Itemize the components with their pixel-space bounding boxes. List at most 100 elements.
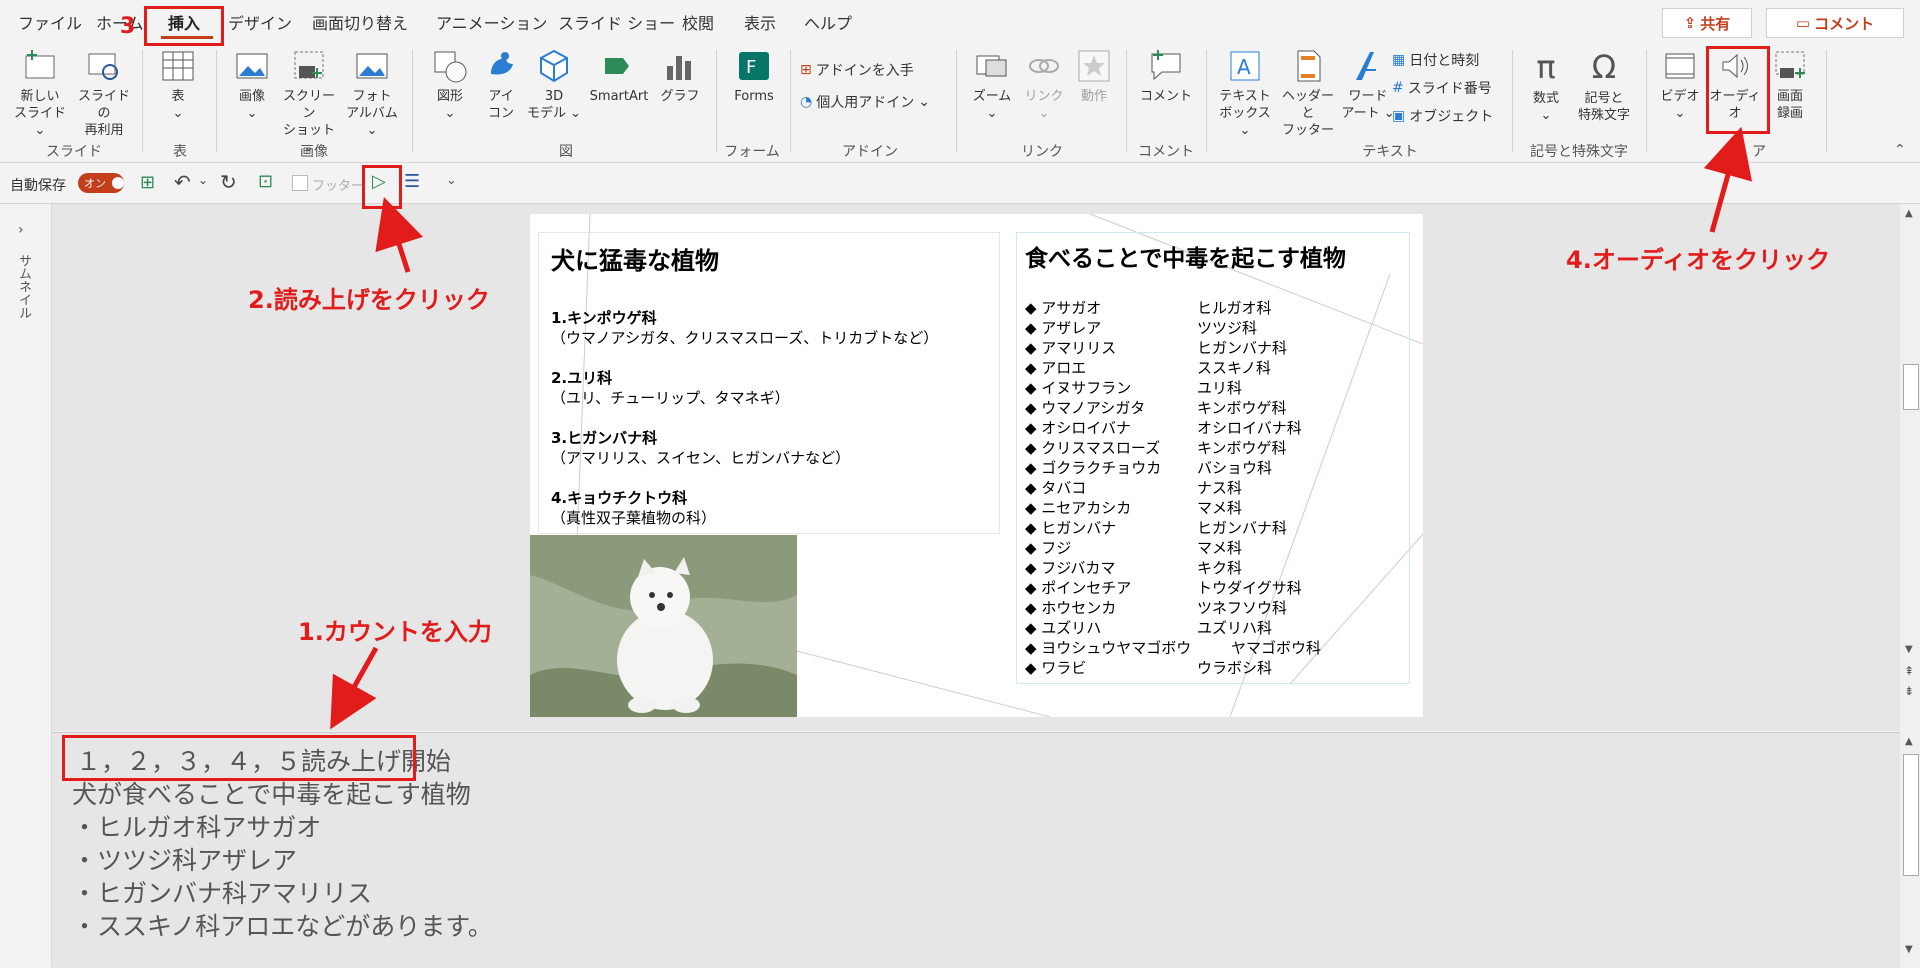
zoom-button[interactable]: ズーム ⌄	[966, 48, 1018, 122]
plant-family: キク科	[1197, 559, 1243, 577]
shapes-button[interactable]: 図形 ⌄	[424, 48, 476, 122]
plant-family: ヒルガオ科	[1197, 299, 1272, 317]
dog-image-graphic	[530, 535, 797, 717]
slide-number-button[interactable]: # スライド番号	[1392, 78, 1492, 98]
forms-button[interactable]: F Forms	[726, 48, 782, 105]
comment-button[interactable]: ▭ コメント	[1766, 8, 1904, 38]
group-label-addins: アドイン	[842, 144, 898, 160]
expand-thumbnails-icon[interactable]: ›	[18, 222, 24, 238]
scroll-down-icon[interactable]: ▼	[1905, 944, 1913, 955]
header-footer-button[interactable]: ヘッダーと フッター	[1276, 48, 1340, 139]
tab-review[interactable]: 校閲	[682, 10, 714, 34]
tab-file[interactable]: ファイル	[18, 10, 82, 34]
right-textbox[interactable]: 食べることで中毒を起こす植物 ◆ アサガオ ヒルガオ科 ◆ アザレア ツツジ科 ◆ アマ…	[1016, 232, 1410, 684]
share-button[interactable]: ⇪ 共有	[1662, 8, 1752, 38]
group-label-slides: スライド	[46, 144, 102, 160]
scroll-up-icon[interactable]: ▲	[1905, 208, 1913, 219]
smartart-button[interactable]: SmartArt	[584, 48, 654, 105]
dog-photo[interactable]	[530, 535, 797, 717]
tab-help[interactable]: ヘルプ	[804, 10, 852, 34]
cube-icon	[540, 49, 568, 83]
customize-qat-icon[interactable]: ⌄	[446, 173, 457, 188]
equation-button[interactable]: π 数式 ⌄	[1522, 48, 1570, 124]
left-item-head: 1.キンポウゲ科	[551, 309, 657, 327]
scroll-up-icon[interactable]: ▲	[1905, 736, 1913, 747]
tab-transitions[interactable]: 画面切り替え	[312, 10, 408, 34]
my-addins-button[interactable]: ◔ 個人用アドイン ⌄	[800, 92, 930, 112]
collapse-ribbon-icon[interactable]: ⌃	[1894, 142, 1906, 158]
quick-access-toolbar: 自動保存 オン ⊞ ↶ ⌄ ↻ ⊡ フッター ▷ ☰ ⌄	[0, 163, 1920, 204]
plant-family: ユズリハ科	[1197, 619, 1273, 637]
previous-slide-icon[interactable]: ⇞	[1904, 664, 1914, 678]
tab-design[interactable]: デザイン	[228, 10, 292, 34]
plant-name: ◆ フジバカマ	[1025, 559, 1116, 577]
screenshot-button[interactable]: スクリーン ショット ⌄	[278, 48, 340, 156]
left-item-head: 2.ユリ科	[551, 369, 613, 387]
insert-comment-button[interactable]: コメント	[1136, 48, 1196, 105]
chart-button[interactable]: グラフ	[656, 48, 704, 105]
icons-button[interactable]: アイ コン	[478, 48, 524, 122]
textbox-button[interactable]: A テキスト ボックス ⌄	[1216, 48, 1274, 139]
bar-chart-icon	[667, 56, 691, 80]
screen-record-icon	[1775, 51, 1805, 78]
left-textbox[interactable]: 犬に猛毒な植物 1.キンポウゲ科 （ウマノアシガタ、クリスマスローズ、トリカブト…	[538, 232, 1000, 534]
action-button[interactable]: 動作	[1070, 48, 1118, 105]
plant-name: ◆ アロエ	[1025, 359, 1087, 377]
plant-name: ◆ ウマノアシガタ	[1025, 399, 1146, 417]
share-icon: ⇪	[1683, 14, 1697, 32]
get-addins-button[interactable]: ⊞ アドインを入手	[800, 60, 914, 80]
undo-icon[interactable]: ↶	[174, 170, 191, 194]
group-separator	[412, 50, 413, 152]
plant-name: ◆ ニセアカシカ	[1025, 499, 1132, 517]
screen-record-button[interactable]: 画面 録画	[1766, 48, 1814, 122]
svg-text:A: A	[1237, 55, 1251, 79]
thumbnail-pane: › サムネイル	[0, 204, 52, 967]
new-slide-button[interactable]: 新しい スライド ⌄	[10, 48, 70, 139]
ribbon-tab-bar: ファイル ホーム 挿入 デザイン 画面切り替え アニメーション スライド ショー…	[0, 0, 1920, 42]
date-time-button[interactable]: ▦ 日付と時刻	[1392, 50, 1479, 70]
presentation-icon[interactable]: ⊡	[258, 171, 273, 192]
video-button[interactable]: ビデオ ⌄	[1656, 48, 1704, 122]
plant-name: ◆ ゴクラクチョウカ	[1025, 459, 1162, 477]
link-button[interactable]: リンク ⌄	[1020, 48, 1068, 122]
notes-line[interactable]: ・ツツジ科アザレア	[72, 841, 297, 877]
redo-icon[interactable]: ↻	[220, 170, 237, 194]
autosave-toggle[interactable]: オン	[78, 173, 124, 193]
annotation-box-count	[62, 735, 416, 781]
slide[interactable]: 犬に猛毒な植物 1.キンポウゲ科 （ウマノアシガタ、クリスマスローズ、トリカブト…	[530, 214, 1423, 717]
photo-album-button[interactable]: フォト アルバム ⌄	[342, 48, 402, 139]
annotation-box-insert-tab	[144, 6, 224, 46]
smartart-icon	[605, 58, 629, 74]
scroll-thumb[interactable]	[1903, 364, 1919, 410]
link-icon	[1029, 59, 1059, 73]
undo-dropdown-icon[interactable]: ⌄	[198, 173, 208, 187]
footer-checkbox[interactable]	[292, 175, 308, 191]
list-icon[interactable]: ☰	[404, 171, 420, 192]
annotation-step1: 1.カウントを入力	[298, 618, 492, 646]
save-icon[interactable]: ⊞	[140, 172, 155, 193]
footer-label: フッター	[312, 179, 365, 194]
symbol-button[interactable]: Ω 記号と 特殊文字	[1572, 48, 1636, 124]
reuse-slide-button[interactable]: スライドの 再利用	[72, 48, 136, 139]
notes-line[interactable]: ・ススキノ科アロエなどがあります。	[72, 907, 493, 943]
tab-view[interactable]: 表示	[744, 10, 776, 34]
left-item-detail: （真性双子葉植物の科）	[551, 509, 717, 527]
table-button[interactable]: 表 ⌄	[152, 48, 204, 122]
notes-line[interactable]: ・ヒガンバナ科アマリリス	[72, 874, 372, 910]
group-separator	[216, 50, 217, 152]
plant-family: ウラボシ科	[1197, 659, 1273, 677]
notes-vertical-scrollbar[interactable]: ▲ ▼	[1900, 732, 1920, 967]
tab-slideshow[interactable]: スライド ショー	[558, 10, 675, 34]
3d-model-button[interactable]: 3D モデル ⌄	[526, 48, 582, 122]
image-button[interactable]: 画像 ⌄	[226, 48, 278, 122]
slide-vertical-scrollbar[interactable]: ▲ ▼ ⇞ ⇟	[1900, 204, 1920, 731]
plant-family: ナス科	[1197, 479, 1243, 497]
plant-family: バショウ科	[1197, 459, 1273, 477]
object-button[interactable]: ▣ オブジェクト	[1392, 106, 1493, 126]
wordart-button[interactable]: ワード アート ⌄	[1340, 48, 1396, 122]
tab-animations[interactable]: アニメーション	[436, 10, 547, 34]
notes-line[interactable]: ・ヒルガオ科アサガオ	[72, 808, 321, 844]
scroll-down-icon[interactable]: ▼	[1905, 644, 1913, 655]
scroll-thumb[interactable]	[1903, 754, 1919, 876]
next-slide-icon[interactable]: ⇟	[1904, 684, 1914, 698]
